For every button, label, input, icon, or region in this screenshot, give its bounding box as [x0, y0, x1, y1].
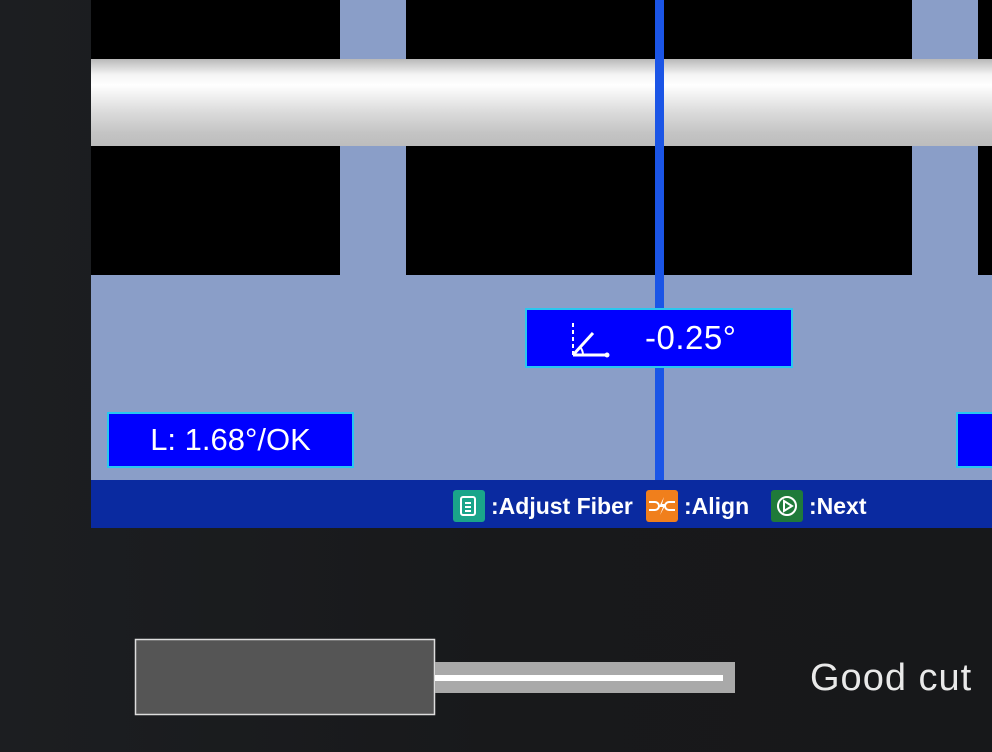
hint-adjust-fiber-label: :Adjust Fiber	[491, 492, 633, 519]
splicer-screen: -0.25° L: 1.68°/OK :Adjust Fiber:Align …	[91, 0, 992, 528]
hint-align-label: :Align	[684, 492, 750, 519]
hint-align: :Align	[646, 490, 749, 522]
next-icon	[771, 490, 803, 522]
hint-bar: :Adjust Fiber :Align :Next	[91, 480, 992, 528]
cleave-angle-readout: -0.25°	[525, 308, 793, 368]
hint-next-label: :Next	[809, 492, 867, 519]
align-icon	[646, 490, 678, 522]
adjust-fiber-icon	[453, 490, 485, 522]
angle-value: -0.25°	[645, 319, 737, 356]
cleave-result-caption: Good cut	[810, 657, 973, 699]
angle-icon	[571, 323, 610, 358]
hint-next: :Next	[771, 490, 867, 522]
hint-adjust-fiber: :Adjust Fiber	[453, 490, 633, 522]
left-angle-value: L: 1.68°/OK	[150, 422, 311, 457]
left-angle-readout: L: 1.68°/OK	[107, 412, 354, 468]
center-alignment-line	[655, 0, 664, 480]
fiber-illustration	[134, 638, 735, 716]
right-angle-readout	[956, 412, 992, 468]
fiber-image	[91, 59, 992, 146]
